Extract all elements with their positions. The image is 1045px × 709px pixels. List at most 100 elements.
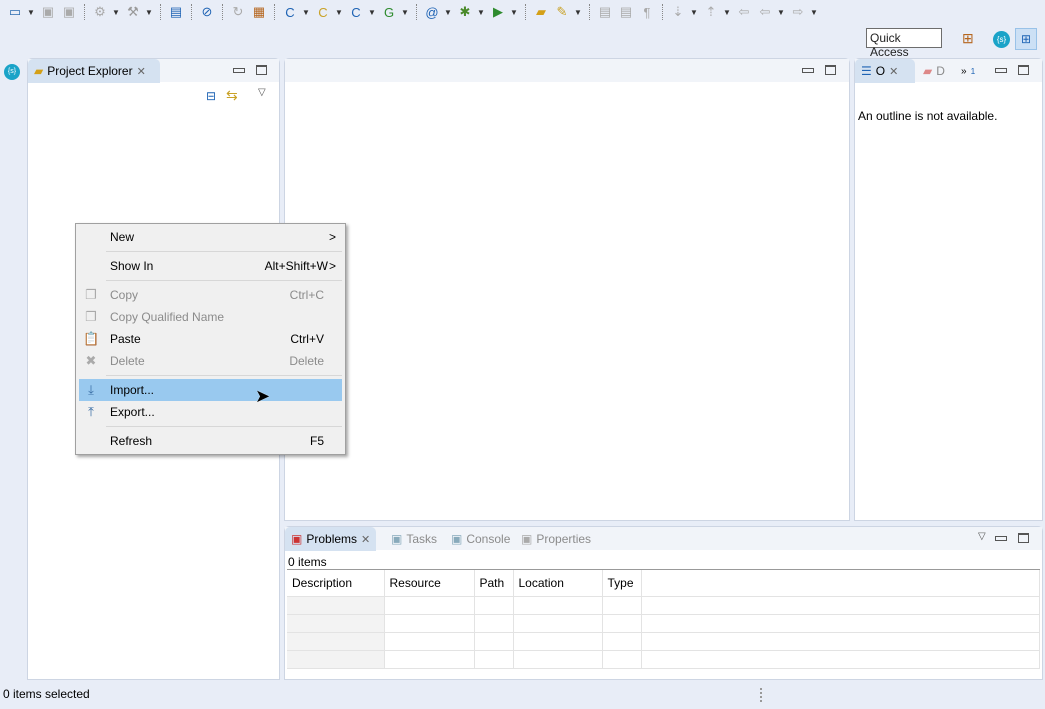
collapse-all-icon[interactable]: ⊟ bbox=[206, 89, 216, 103]
dropdown-arrow-icon[interactable]: ▼ bbox=[810, 8, 819, 17]
dropdown-arrow-icon[interactable]: ▼ bbox=[302, 8, 311, 17]
menu-item-label: Show In bbox=[110, 259, 154, 273]
tab-label: Project Explorer bbox=[47, 64, 133, 78]
next-annotation-icon[interactable]: ⇣ bbox=[669, 3, 687, 21]
dropdown-arrow-icon[interactable]: ▼ bbox=[444, 8, 453, 17]
delete-icon: ✖ bbox=[85, 353, 97, 368]
dropdown-arrow-icon[interactable]: ▼ bbox=[477, 8, 486, 17]
last-edit-icon[interactable]: ⇦ bbox=[735, 3, 753, 21]
forward-icon[interactable]: ⇨ bbox=[789, 3, 807, 21]
back-icon[interactable]: ⇦ bbox=[756, 3, 774, 21]
tab-console[interactable]: ▣ Console bbox=[445, 527, 516, 551]
close-icon[interactable]: ✕ bbox=[137, 65, 146, 78]
close-icon[interactable]: ✕ bbox=[361, 533, 370, 546]
dropdown-arrow-icon[interactable]: ▼ bbox=[777, 8, 786, 17]
tab-outline[interactable]: ☰ O ✕ bbox=[855, 59, 915, 83]
view-menu-icon[interactable]: ▽ bbox=[978, 531, 986, 542]
refresh-target-icon[interactable]: ↻ bbox=[229, 3, 247, 21]
menu-item-new[interactable]: New > bbox=[79, 226, 342, 248]
dropdown-arrow-icon[interactable]: ▼ bbox=[401, 8, 410, 17]
tab-label: Properties bbox=[536, 532, 592, 546]
column-filler bbox=[641, 570, 1040, 597]
dropdown-arrow-icon[interactable]: ▼ bbox=[145, 8, 154, 17]
new-cpp-class-icon[interactable]: G bbox=[380, 3, 398, 21]
column-header-location[interactable]: Location bbox=[513, 570, 603, 597]
c-perspective-icon[interactable]: ⊞ bbox=[1015, 28, 1037, 50]
toolbar-separator bbox=[274, 4, 275, 20]
menu-item-copy-qualified-name[interactable]: ❐ Copy Qualified Name bbox=[79, 306, 342, 328]
tab-label: Console bbox=[466, 532, 511, 546]
status-bar-text: 0 items selected bbox=[3, 687, 90, 701]
tab-project-explorer[interactable]: ▰ Project Explorer ✕ bbox=[28, 59, 160, 83]
copy-icon: ❐ bbox=[85, 287, 97, 302]
menu-item-show-in[interactable]: Show In Alt+Shift+W > bbox=[79, 255, 342, 277]
tab-d[interactable]: ▰ D bbox=[917, 59, 951, 83]
trimmed-view-icon[interactable]: {s} bbox=[4, 64, 20, 80]
dropdown-arrow-icon[interactable]: ▼ bbox=[510, 8, 519, 17]
minimize-button[interactable] bbox=[995, 533, 1007, 543]
block-select-icon[interactable]: ▤ bbox=[617, 3, 635, 21]
skip-breakpoints-icon[interactable]: ⊘ bbox=[198, 3, 216, 21]
menu-separator bbox=[106, 280, 342, 281]
new-c-project-icon[interactable]: C bbox=[281, 3, 299, 21]
dropdown-arrow-icon[interactable]: ▼ bbox=[368, 8, 377, 17]
open-folder-icon[interactable]: ▰ bbox=[532, 3, 550, 21]
minimize-button[interactable] bbox=[995, 65, 1007, 75]
maximize-button[interactable] bbox=[256, 65, 267, 75]
new-class-icon[interactable]: C bbox=[347, 3, 365, 21]
column-header-path[interactable]: Path bbox=[474, 570, 514, 597]
export-icon: ⤒ bbox=[88, 404, 94, 419]
quick-access-input[interactable]: Quick Access bbox=[866, 28, 942, 59]
submenu-arrow-icon: > bbox=[328, 259, 336, 273]
column-header-type[interactable]: Type bbox=[602, 570, 642, 597]
column-header-description[interactable]: Description bbox=[287, 570, 385, 597]
dropdown-arrow-icon[interactable]: ▼ bbox=[690, 8, 699, 17]
previous-annotation-icon[interactable]: ⇡ bbox=[702, 3, 720, 21]
dropdown-arrow-icon[interactable]: ▼ bbox=[723, 8, 732, 17]
run-icon[interactable]: ▶ bbox=[489, 3, 507, 21]
maximize-button[interactable] bbox=[1018, 65, 1029, 75]
build-targets-icon[interactable]: ▦ bbox=[250, 3, 268, 21]
problems-table: Description Resource Path Location Type bbox=[287, 570, 1040, 669]
tab-problems[interactable]: ▣ Problems ✕ bbox=[285, 527, 377, 551]
toggle-mark-icon[interactable]: ▤ bbox=[596, 3, 614, 21]
minimize-button[interactable] bbox=[802, 65, 814, 75]
tab-label: Tasks bbox=[406, 532, 438, 546]
maximize-button[interactable] bbox=[825, 65, 836, 75]
dropdown-arrow-icon[interactable]: ▼ bbox=[574, 8, 583, 17]
dropdown-arrow-icon[interactable]: ▼ bbox=[112, 8, 121, 17]
show-whitespace-icon[interactable]: ¶ bbox=[638, 3, 656, 21]
save-all-icon[interactable]: ▣ bbox=[60, 3, 78, 21]
minimize-button[interactable] bbox=[233, 65, 245, 75]
at-sign-icon[interactable]: @ bbox=[423, 3, 441, 21]
menu-item-shortcut: F5 bbox=[309, 434, 324, 448]
close-icon[interactable]: ✕ bbox=[889, 65, 898, 78]
menu-item-export[interactable]: ⤒ Export... bbox=[79, 401, 342, 423]
menu-item-copy[interactable]: ❐ Copy Ctrl+C bbox=[79, 284, 342, 306]
menu-item-label: Delete bbox=[110, 354, 145, 368]
menu-item-import[interactable]: ⤓ Import... bbox=[79, 379, 342, 401]
perspective-icon[interactable]: {s} bbox=[993, 31, 1010, 48]
copy-qualified-name-icon: ❐ bbox=[85, 309, 97, 324]
dropdown-arrow-icon[interactable]: ▼ bbox=[335, 8, 344, 17]
menu-item-paste[interactable]: 📋 Paste Ctrl+V bbox=[79, 328, 342, 350]
dropdown-arrow-icon[interactable]: ▼ bbox=[27, 8, 36, 17]
pen-icon[interactable]: ✎ bbox=[553, 3, 571, 21]
link-editor-icon[interactable]: ⇆ bbox=[226, 87, 238, 104]
build-hammer-icon[interactable]: ⚒ bbox=[124, 3, 142, 21]
debug-bug-icon[interactable]: ✱ bbox=[456, 3, 474, 21]
maximize-button[interactable] bbox=[1018, 533, 1029, 543]
open-perspective-icon[interactable]: ⊞ bbox=[962, 30, 980, 48]
debug-config-icon[interactable]: ⚙ bbox=[91, 3, 109, 21]
terminal-icon[interactable]: ▤ bbox=[167, 3, 185, 21]
column-header-resource[interactable]: Resource bbox=[384, 570, 475, 597]
view-menu-icon[interactable]: ▽ bbox=[258, 87, 266, 98]
save-icon[interactable]: ▣ bbox=[39, 3, 57, 21]
new-wizard-icon[interactable]: ▭ bbox=[6, 3, 24, 21]
new-source-folder-icon[interactable]: C bbox=[314, 3, 332, 21]
menu-item-refresh[interactable]: Refresh F5 bbox=[79, 430, 342, 452]
tab-properties[interactable]: ▣ Properties bbox=[515, 527, 597, 551]
overflow-tabs-button[interactable]: » 1 bbox=[955, 59, 981, 83]
menu-item-delete[interactable]: ✖ Delete Delete bbox=[79, 350, 342, 372]
tab-tasks[interactable]: ▣ Tasks bbox=[385, 527, 443, 551]
